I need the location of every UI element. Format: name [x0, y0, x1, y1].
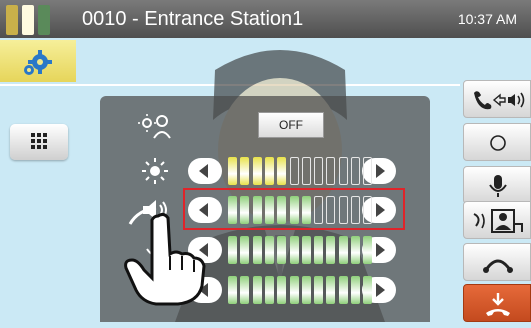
brightness-level-segment: [240, 157, 250, 185]
ring-level-segment: [363, 276, 373, 304]
mic-level-segment: [252, 236, 262, 264]
ring-level-segment: [351, 276, 360, 304]
handset-speaker-icon: [474, 91, 525, 110]
brightness-level-segment: [326, 157, 336, 185]
record-button[interactable]: [463, 123, 531, 161]
mic-level-segment: [338, 236, 348, 264]
settings-button[interactable]: [0, 40, 76, 82]
brightness-level-segment: [228, 157, 237, 185]
touch-hand-icon: [124, 206, 206, 306]
microphone-button[interactable]: [463, 166, 531, 204]
arrow-left-icon: [199, 164, 208, 178]
keypad-icon: [31, 133, 47, 149]
mic-level-segment: [264, 236, 274, 264]
station-title: 0010 - Entrance Station1: [82, 8, 304, 30]
title-bar: 0010 - Entrance Station1 10:37 AM: [0, 0, 531, 38]
mic-level-segment: [351, 236, 360, 264]
brightness-level-segment: [363, 157, 373, 185]
mic-level-segment: [228, 236, 237, 264]
mic-level-segment: [363, 236, 373, 264]
status-bar-3: [38, 5, 50, 35]
brightness-level-segment: [314, 157, 324, 185]
end-call-icon: [486, 293, 510, 316]
brightness-decrease-button[interactable]: [188, 158, 222, 184]
brightness-level-segment: [301, 157, 311, 185]
mic-level-segment: [301, 236, 311, 264]
call-transfer-icon: [473, 209, 523, 233]
mic-level-segment: [314, 236, 324, 264]
ring-level-segment: [264, 276, 274, 304]
mic-level-segment: [289, 236, 299, 264]
ring-level-segment: [277, 276, 287, 304]
brightness-level-segment: [264, 157, 274, 185]
brightness-level-segment: [252, 157, 262, 185]
ring-level-segment: [326, 276, 336, 304]
volume-row-highlight: [183, 188, 405, 230]
clock: 10:37 AM: [457, 11, 517, 27]
ring-level-segment: [240, 276, 250, 304]
brightness-level-segment: [351, 157, 360, 185]
brightness-level-segment: [338, 157, 348, 185]
end-call-button[interactable]: [463, 284, 531, 322]
record-icon: [490, 135, 506, 151]
gear-icon: [24, 50, 52, 75]
transfer-button[interactable]: [463, 201, 531, 239]
keypad-button[interactable]: [10, 124, 68, 160]
status-indicator: [6, 5, 74, 35]
sun-icon: [142, 158, 168, 184]
hold-icon: [483, 259, 513, 273]
mic-level-segment: [326, 236, 336, 264]
status-bar-1: [6, 5, 18, 35]
mic-level-segment: [240, 236, 250, 264]
status-bar-2: [22, 5, 34, 35]
night-mode-toggle[interactable]: OFF: [258, 112, 324, 138]
ring-level-segment: [314, 276, 324, 304]
microphone-icon: [489, 175, 507, 197]
brightness-level-segment: [277, 157, 287, 185]
day-night-camera-icon: [138, 114, 171, 139]
ring-level-segment: [289, 276, 299, 304]
ring-level-segment: [301, 276, 311, 304]
ring-level-segment: [338, 276, 348, 304]
ring-level-segment: [228, 276, 237, 304]
brightness-level-segment: [289, 157, 299, 185]
handset-to-speaker-button[interactable]: [463, 80, 531, 118]
mic-level-segment: [277, 236, 287, 264]
hold-button[interactable]: [463, 243, 531, 281]
ring-level-segment: [252, 276, 262, 304]
